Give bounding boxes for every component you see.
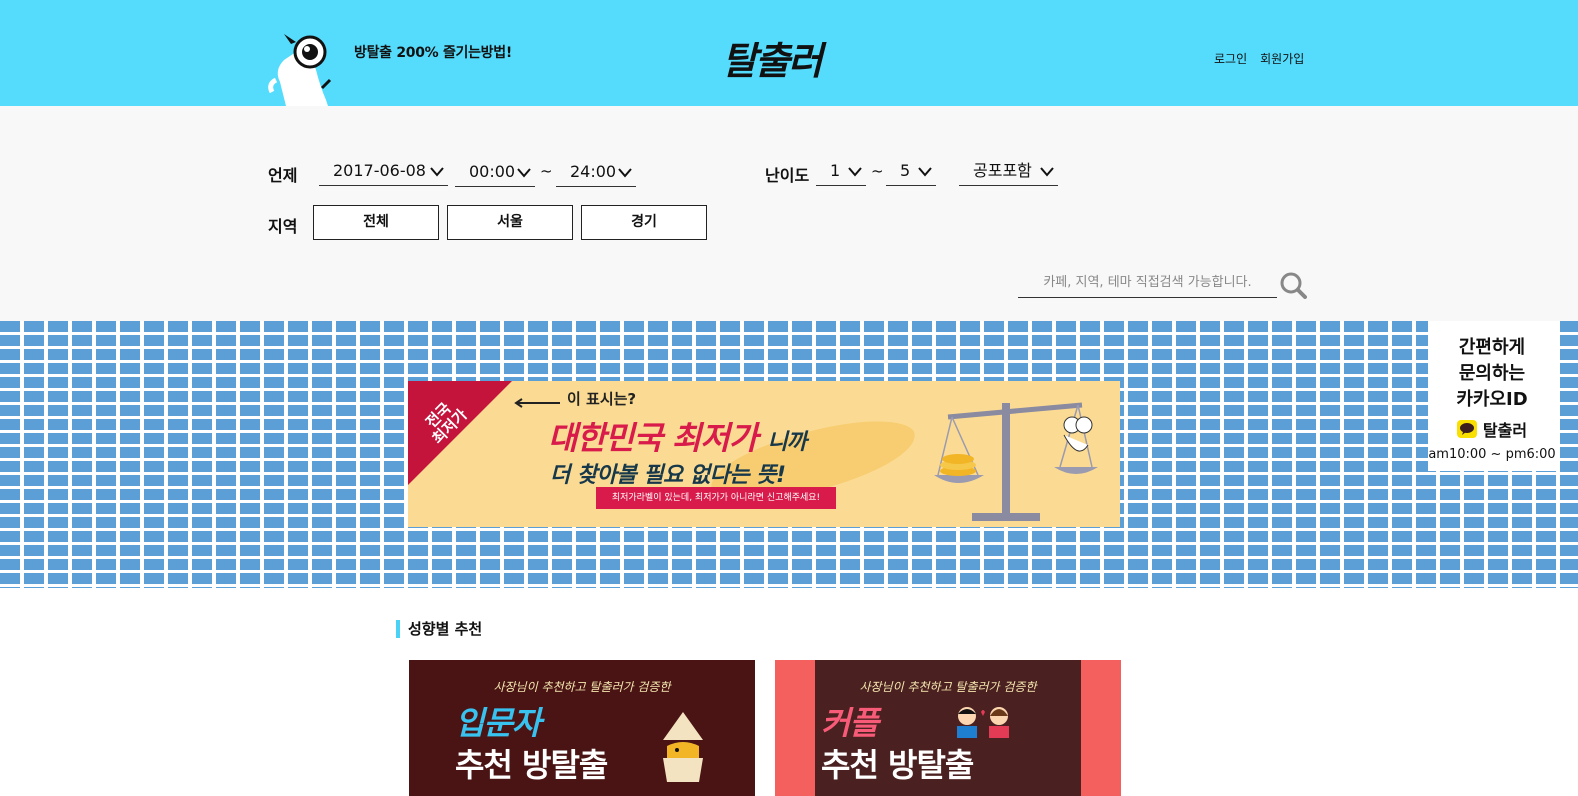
- region-all-button[interactable]: 전체: [313, 205, 439, 240]
- site-header: 방탈출 200% 즐기는방법! 탈출러 로그인 회원가입: [0, 0, 1578, 106]
- lowest-price-banner[interactable]: 전국 최저가 이 표시는? 대한민국 최저가 니까 더 찾아볼 필요 없다는 뜻…: [408, 381, 1120, 527]
- card-subtitle: 사장님이 추천하고 탈출러가 검증한: [493, 680, 671, 694]
- signup-link[interactable]: 회원가입: [1260, 52, 1304, 66]
- time-separator: ~: [540, 162, 553, 180]
- banner-subline: 더 찾아볼 필요 없다는 뜻!: [550, 463, 786, 488]
- horror-select[interactable]: 공포포함: [959, 158, 1058, 186]
- auth-links: 로그인 회원가입: [1214, 50, 1317, 67]
- couple-icon: [957, 707, 1009, 738]
- section-title: 성향별 추천: [396, 620, 482, 638]
- kakao-line3: 카카오ID: [1456, 389, 1528, 410]
- banner-headline: 대한민국 최저가 니까: [548, 413, 807, 459]
- card-title-line2: 추천 방탈출: [821, 746, 974, 784]
- chevron-down-icon: [517, 168, 531, 178]
- arrow-left-icon: [514, 398, 560, 408]
- banner-ribbon: 최저가라벨이 있는데, 최저가가 아니라면 신고해주세요!: [596, 487, 836, 509]
- chevron-down-icon: [848, 167, 862, 177]
- chevron-down-icon: [918, 167, 932, 177]
- kakao-line1: 간편하게: [1458, 337, 1526, 358]
- scale-icon: [934, 402, 1098, 521]
- headline-suffix: 니까: [767, 430, 806, 455]
- chevron-down-icon: [1040, 167, 1054, 177]
- kakao-id: 탈출러: [1428, 417, 1556, 441]
- difficulty-to-select[interactable]: 5: [886, 158, 936, 186]
- chevron-down-icon: [618, 168, 632, 178]
- kakao-talk-icon: [1456, 420, 1477, 438]
- horror-value: 공포포함: [973, 161, 1032, 180]
- date-value: 2017-06-08: [333, 161, 426, 180]
- kakao-line2: 문의하는: [1458, 363, 1526, 384]
- mascot-logo-icon[interactable]: [266, 30, 342, 106]
- couple-recommend-card[interactable]: 사장님이 추천하고 탈출러가 검증한 커플 추천 방탈출: [775, 660, 1121, 796]
- login-link[interactable]: 로그인: [1214, 52, 1247, 66]
- search-input[interactable]: [1018, 268, 1277, 298]
- filter-panel: 언제 2017-06-08 00:00 ~ 24:00 난이도 1 ~ 5 공포…: [0, 106, 1578, 321]
- region-gyeonggi-button[interactable]: 경기: [581, 205, 707, 240]
- kakao-id-text: 탈출러: [1482, 421, 1528, 440]
- card-subtitle: 사장님이 추천하고 탈출러가 검증한: [859, 680, 1037, 694]
- difficulty-from-select[interactable]: 1: [816, 158, 866, 186]
- region-label: 지역: [268, 217, 298, 236]
- headline-main: 대한민국 최저가: [548, 419, 758, 457]
- difficulty-from-value: 1: [830, 161, 841, 180]
- site-logo[interactable]: 탈출러: [722, 30, 823, 85]
- time-from-value: 00:00: [469, 162, 516, 181]
- card-title: 커플: [821, 704, 879, 742]
- beginner-recommend-card[interactable]: 사장님이 추천하고 탈출러가 검증한 입문자 추천 방탈출: [409, 660, 755, 796]
- kakao-hours: am10:00 ~ pm6:00: [1428, 447, 1556, 462]
- header-tagline: 방탈출 200% 즐기는방법!: [354, 45, 512, 61]
- time-to-select[interactable]: 24:00: [556, 159, 636, 187]
- region-seoul-button[interactable]: 서울: [447, 205, 573, 240]
- search-icon[interactable]: [1279, 271, 1307, 299]
- when-label: 언제: [268, 166, 298, 185]
- card-title: 입문자: [455, 704, 541, 742]
- time-to-value: 24:00: [570, 162, 617, 181]
- difficulty-separator: ~: [871, 162, 884, 180]
- difficulty-to-value: 5: [900, 161, 911, 180]
- kakao-contact-box[interactable]: 간편하게 문의하는 카카오ID 탈출러 am10:00 ~ pm6:00: [1428, 321, 1556, 471]
- chick-in-egg-icon: [663, 712, 703, 782]
- difficulty-label: 난이도: [765, 166, 810, 185]
- time-from-select[interactable]: 00:00: [455, 159, 535, 187]
- banner-question: 이 표시는?: [567, 390, 637, 408]
- date-select[interactable]: 2017-06-08: [319, 158, 448, 186]
- card-title-line2: 추천 방탈출: [455, 746, 608, 784]
- chevron-down-icon: [430, 167, 444, 177]
